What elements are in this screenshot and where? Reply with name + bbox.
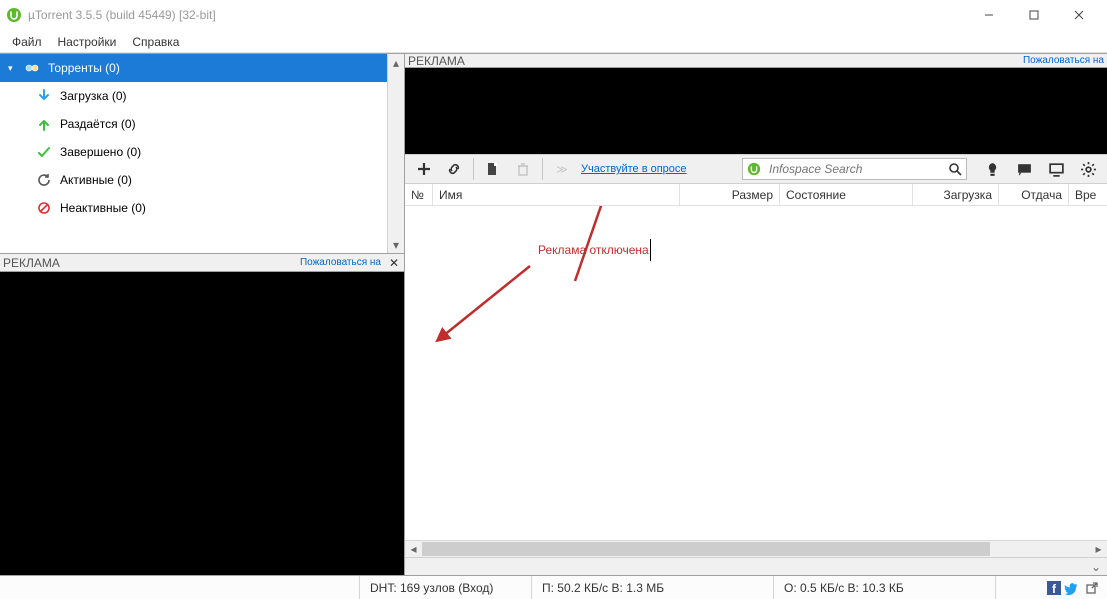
remote-icon[interactable] — [1043, 156, 1069, 182]
gear-icon[interactable] — [1075, 156, 1101, 182]
ad-complain-link[interactable]: Пожаловаться на — [1023, 55, 1104, 66]
bulb-icon[interactable] — [979, 156, 1005, 182]
top-ad-body — [405, 68, 1107, 154]
inactive-icon — [36, 200, 52, 216]
sidebar-scrollbar[interactable]: ▴ ▾ — [387, 54, 404, 253]
facebook-icon[interactable]: f — [1047, 581, 1061, 595]
sidebar-item-label: Завершено (0) — [60, 145, 141, 159]
top-ad-header: РЕКЛАМА Пожаловаться на — [405, 54, 1107, 68]
twitter-icon[interactable] — [1063, 581, 1077, 595]
ad-complain-link[interactable]: Пожаловаться на — [300, 257, 381, 268]
add-url-button[interactable] — [441, 156, 467, 182]
column-headers: № Имя Размер Состояние Загрузка Отдача В… — [405, 184, 1107, 206]
sidebar-item-torrents[interactable]: ▾ Торренты (0) — [0, 54, 387, 82]
menu-help[interactable]: Справка — [124, 32, 187, 52]
sidebar-item-downloading[interactable]: Загрузка (0) — [0, 82, 387, 110]
sidebar-item-completed[interactable]: Завершено (0) — [0, 138, 387, 166]
scroll-left-icon[interactable]: ◂ — [405, 541, 422, 557]
menu-file[interactable]: Файл — [4, 32, 50, 52]
torrent-list: Реклама отключена — [405, 206, 1107, 540]
utorrent-icon — [743, 162, 765, 176]
delete-button[interactable] — [510, 156, 536, 182]
window-title: µTorrent 3.5.5 (build 45449) [32-bit] — [28, 8, 966, 22]
column-name[interactable]: Имя — [433, 184, 680, 205]
chat-icon[interactable] — [1011, 156, 1037, 182]
status-dht: DHT: 169 узлов (Вход) — [360, 576, 532, 599]
window-close-button[interactable] — [1056, 1, 1101, 29]
sidebar-item-inactive[interactable]: Неактивные (0) — [0, 194, 387, 222]
search-box[interactable] — [742, 158, 967, 180]
search-icon[interactable] — [944, 162, 966, 176]
sidebar-item-label: Загрузка (0) — [60, 89, 127, 103]
horizontal-scrollbar[interactable]: ◂ ▸ — [405, 540, 1107, 557]
column-number[interactable]: № — [405, 184, 433, 205]
sidebar-item-seeding[interactable]: Раздаётся (0) — [0, 110, 387, 138]
annotation-text: Реклама отключена — [538, 238, 651, 261]
check-icon — [36, 144, 52, 160]
upload-arrow-icon — [36, 116, 52, 132]
refresh-icon — [36, 172, 52, 188]
column-download[interactable]: Загрузка — [913, 184, 999, 205]
status-cell-empty — [0, 576, 360, 599]
status-upload: О: 0.5 КБ/с В: 10.3 КБ — [774, 576, 996, 599]
ad-label: РЕКЛАМА — [3, 256, 60, 270]
column-upload[interactable]: Отдача — [999, 184, 1069, 205]
chevron-down-icon: ⌄ — [1091, 560, 1101, 574]
left-ad-header: РЕКЛАМА Пожаловаться на ✕ — [0, 254, 404, 272]
search-input[interactable] — [765, 162, 944, 176]
window-maximize-button[interactable] — [1011, 1, 1056, 29]
scroll-right-icon[interactable]: ▸ — [1090, 541, 1107, 557]
ad-label: РЕКЛАМА — [408, 54, 465, 68]
left-ad-body — [0, 272, 404, 575]
divider — [473, 158, 474, 180]
toolbar: ≫ Участвуйте в опросе — [405, 154, 1107, 184]
survey-link[interactable]: Участвуйте в опросе — [581, 163, 687, 175]
download-arrow-icon — [36, 88, 52, 104]
expand-icon: ▾ — [8, 63, 16, 74]
sidebar-item-label: Неактивные (0) — [60, 201, 146, 215]
sidebar-item-label: Активные (0) — [60, 173, 132, 187]
more-icon[interactable]: ≫ — [549, 156, 575, 182]
sidebar-item-label: Раздаётся (0) — [60, 117, 136, 131]
scroll-down-icon[interactable]: ▾ — [388, 236, 404, 253]
create-torrent-button[interactable] — [480, 156, 506, 182]
scrollbar-thumb[interactable] — [422, 542, 990, 556]
scroll-up-icon[interactable]: ▴ — [388, 54, 404, 71]
statusbar: DHT: 169 узлов (Вход) П: 50.2 КБ/с В: 1.… — [0, 575, 1107, 599]
close-icon[interactable]: ✕ — [387, 256, 401, 270]
detail-toggle-bar[interactable]: ⌄ — [405, 557, 1107, 575]
window-minimize-button[interactable] — [966, 1, 1011, 29]
divider — [542, 158, 543, 180]
window-titlebar: µTorrent 3.5.5 (build 45449) [32-bit] — [0, 0, 1107, 30]
sidebar: ▾ Торренты (0) Загрузка (0) Р — [0, 54, 387, 253]
menu-settings[interactable]: Настройки — [50, 32, 125, 52]
external-link-icon[interactable] — [1085, 581, 1099, 595]
column-time[interactable]: Вре — [1069, 184, 1097, 205]
menubar: Файл Настройки Справка — [0, 30, 1107, 52]
status-download: П: 50.2 КБ/с В: 1.3 МБ — [532, 576, 774, 599]
add-torrent-button[interactable] — [411, 156, 437, 182]
sidebar-item-active[interactable]: Активные (0) — [0, 166, 387, 194]
column-size[interactable]: Размер — [680, 184, 780, 205]
column-state[interactable]: Состояние — [780, 184, 913, 205]
sidebar-item-label: Торренты (0) — [48, 61, 120, 75]
app-icon — [6, 7, 22, 23]
torrents-icon — [24, 60, 40, 76]
